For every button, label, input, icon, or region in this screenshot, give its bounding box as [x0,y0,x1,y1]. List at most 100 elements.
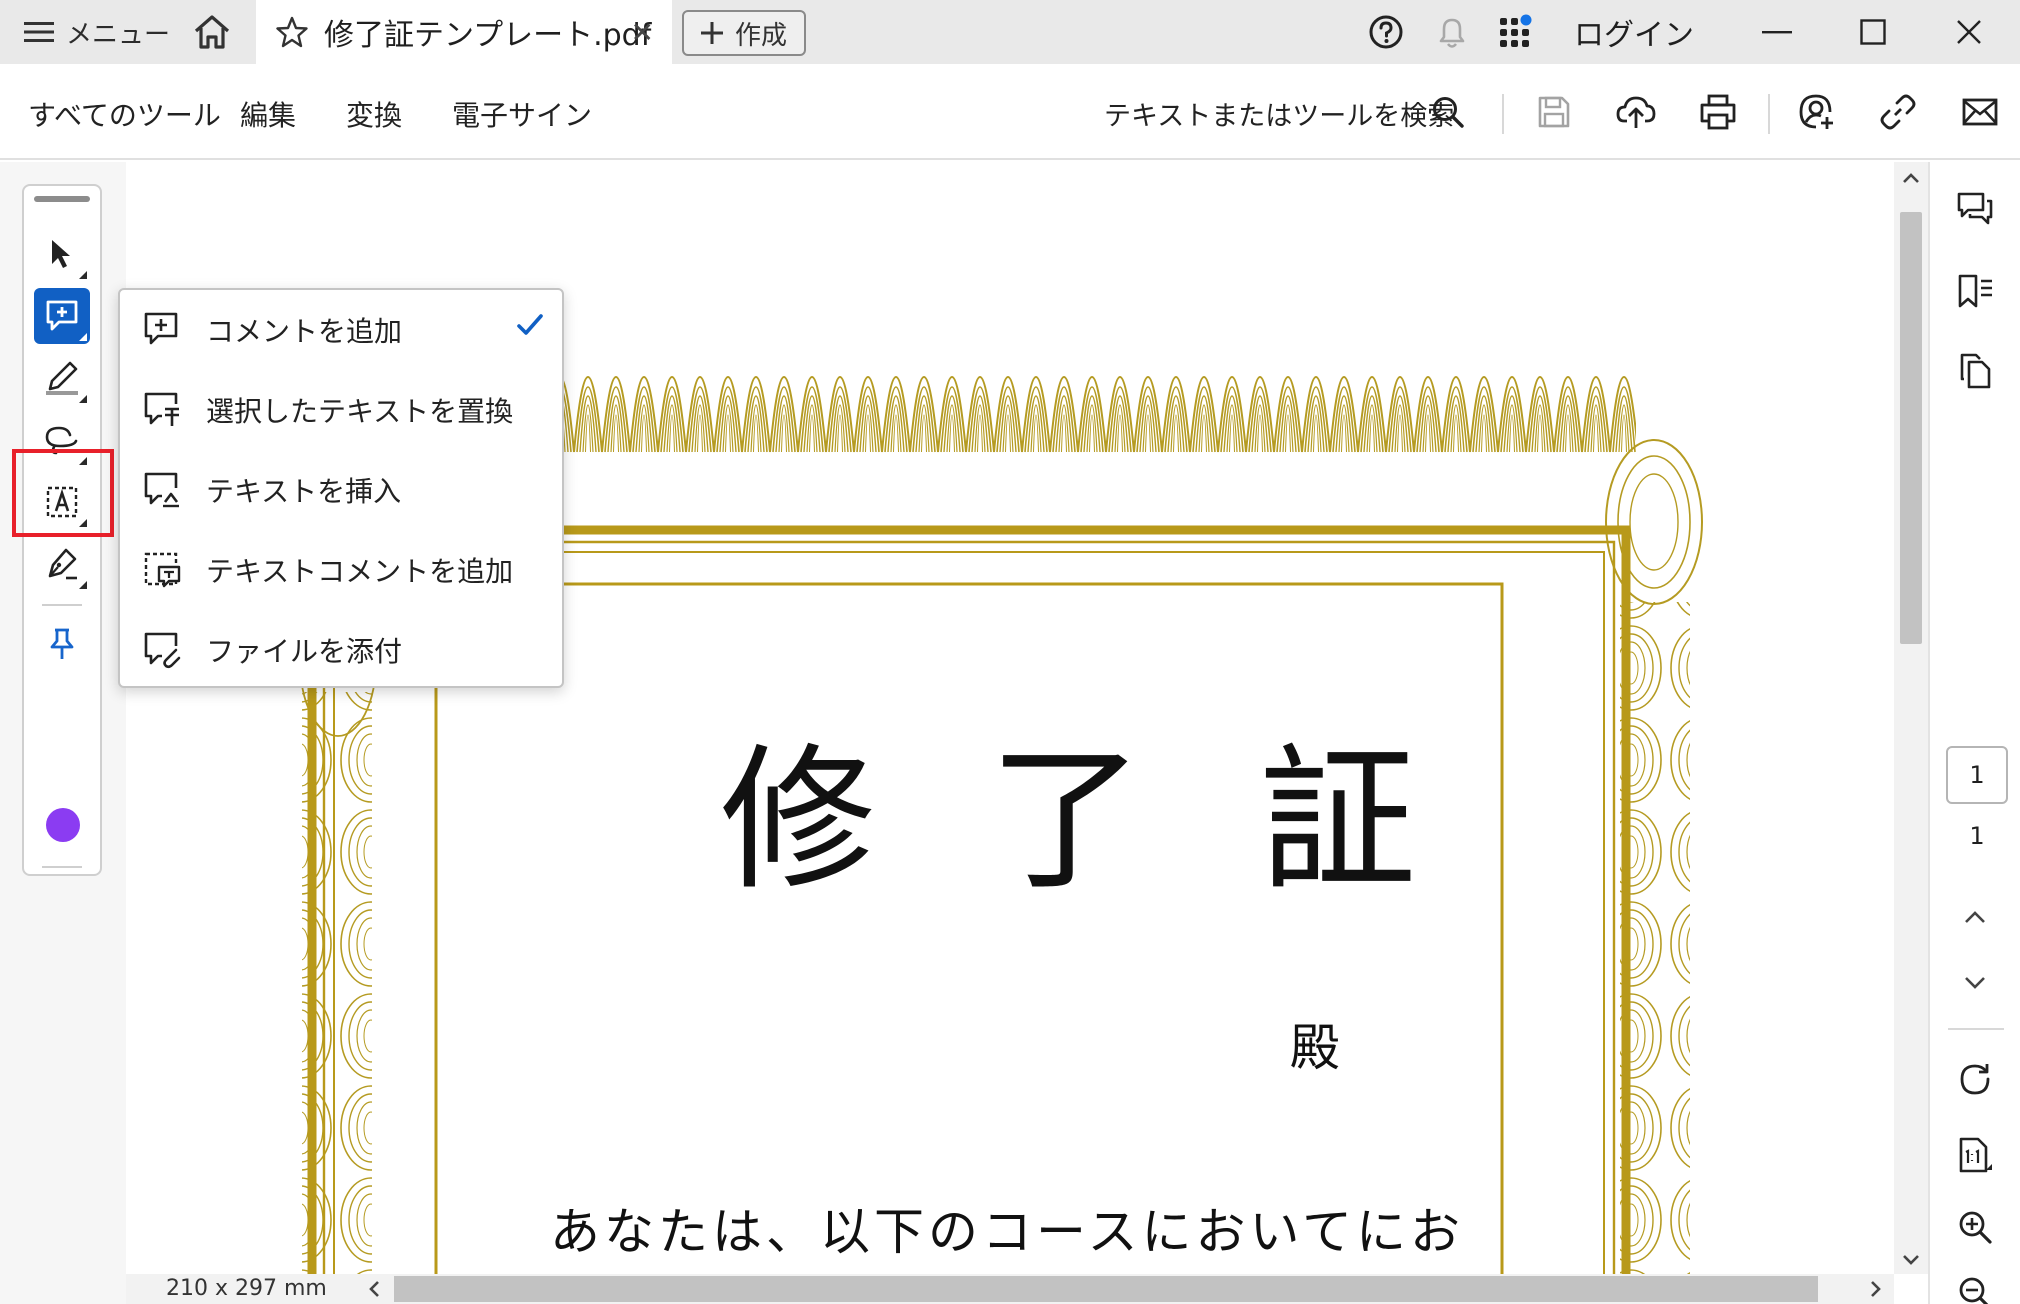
help-icon[interactable] [1366,12,1406,52]
toolbar-divider [1502,94,1504,134]
checkmark-icon [517,314,543,335]
hamburger-icon [24,22,54,42]
tab-convert[interactable]: 変換 [346,94,402,134]
share-user-icon[interactable] [1794,90,1838,134]
apps-grid-icon[interactable] [1496,12,1536,52]
scroll-down-arrow-icon[interactable] [1902,1254,1920,1266]
zoom-out-button[interactable] [1950,1268,2000,1304]
comments-panel-button[interactable] [1950,184,2000,234]
total-pages-label: 1 [1969,822,1985,850]
menu-button[interactable]: メニュー [24,12,170,52]
rotate-icon [1960,1064,1990,1095]
tab-e-sign[interactable]: 電子サイン [452,94,592,134]
menu-item-label: ファイルを添付 [206,635,403,668]
certificate-honorific: 殿 [1290,1019,1340,1077]
comment-add-icon [46,300,78,331]
tab-edit[interactable]: 編集 [240,94,296,134]
main-toolbar: すべてのツール 編集 変換 電子サイン テキストまたはツールを検索 [0,64,2020,160]
pin-tool[interactable] [34,616,90,672]
previous-page-button[interactable] [1950,892,2000,942]
star-icon[interactable] [276,16,308,48]
menu-item-replace-text[interactable]: 選択したテキストを置換 [120,370,562,450]
menu-item-label: テキストコメントを追加 [206,555,514,588]
bookmarks-panel-button[interactable] [1950,266,2000,316]
right-rail: 1 1 [1928,162,2020,1304]
menu-item-label: テキストを挿入 [206,475,402,508]
search-icon[interactable] [1426,90,1470,134]
certificate-title-char: 証 [1260,729,1416,911]
pen-nib-icon [48,548,77,580]
vertical-scroll-thumb[interactable] [1900,212,1922,644]
email-icon[interactable] [1958,90,2002,134]
color-picker[interactable] [46,808,80,842]
horizontal-scroll-thumb[interactable] [394,1276,1818,1302]
menu-item-add-comment[interactable]: コメントを追加 [120,290,562,370]
window-close-icon[interactable] [1944,10,1994,54]
highlight-tool[interactable] [34,350,90,406]
document-tab[interactable]: 修了証テンプレート.pdf ✕ [256,0,672,64]
scroll-up-arrow-icon[interactable] [1902,172,1920,184]
next-page-button[interactable] [1950,958,2000,1008]
actual-size-icon [1959,1137,1992,1173]
document-tab-title: 修了証テンプレート.pdf [324,18,652,53]
highlighter-pen-icon [46,361,78,395]
text-comment-icon [144,552,181,588]
toolbar-divider [1768,94,1770,134]
menu-item-attach-file[interactable]: ファイルを添付 [120,610,562,690]
comment-tool-menu: コメントを追加 選択したテキストを置換 テキストを挿入 テキストコメントを追加 … [118,288,564,688]
menu-label: メニュー [66,19,171,50]
chevron-down-icon [1965,977,1985,989]
comments-icon [1957,192,1993,225]
attach-file-icon [144,632,181,669]
menu-item-insert-text[interactable]: テキストを挿入 [120,450,562,530]
certificate-body-text: あなたは、以下のコースにおいてにお [550,1203,1464,1261]
home-icon [194,15,230,49]
tab-all-tools[interactable]: すべてのツール [28,94,221,134]
scroll-right-arrow-icon[interactable] [1870,1280,1882,1298]
menu-item-text-comment[interactable]: テキストコメントを追加 [120,530,562,610]
tool-search-label[interactable]: テキストまたはツールを検索 [1104,94,1454,133]
zoom-out-icon [1959,1277,1989,1304]
strip-divider [42,604,82,606]
maximize-icon[interactable] [1848,10,1898,54]
pages-panel-button[interactable] [1950,346,2000,396]
horizontal-scrollbar[interactable]: 210 x 297 mm [126,1274,1894,1304]
annotation-highlight-box [12,449,114,537]
bookmark-list-icon [1958,274,1992,308]
insert-text-icon [144,472,179,508]
actual-size-button[interactable] [1950,1130,2000,1180]
minimize-icon[interactable] [1752,10,1802,54]
chevron-up-icon [1965,911,1985,923]
zoom-in-icon [1959,1211,1992,1244]
print-icon[interactable] [1696,90,1740,134]
vertical-scrollbar[interactable] [1894,162,1928,1274]
add-comment-icon [144,312,178,345]
zoom-in-button[interactable] [1950,1202,2000,1252]
create-label: 作成 [734,20,787,51]
rail-divider [1948,1028,2004,1030]
notification-bell-icon[interactable] [1432,12,1472,52]
home-button[interactable] [190,10,234,54]
select-tool[interactable] [34,226,90,282]
replace-text-icon [144,392,179,426]
cursor-arrow-icon [52,240,70,268]
current-page-input[interactable]: 1 [1946,746,2008,804]
add-comment-tool[interactable] [34,288,90,344]
drag-handle[interactable] [34,196,90,202]
sign-tool[interactable] [34,536,90,592]
save-icon[interactable] [1532,90,1576,134]
login-button[interactable]: ログイン [1574,12,1694,53]
rotate-button[interactable] [1950,1054,2000,1104]
link-icon[interactable] [1876,90,1920,134]
menu-item-label: コメントを追加 [206,315,403,348]
scroll-left-arrow-icon[interactable] [368,1280,380,1298]
create-button[interactable]: 作成 [682,10,806,56]
strip-divider [42,866,82,868]
page-size-label: 210 x 297 mm [166,1276,327,1301]
certificate-title-char: 了 [988,729,1144,911]
plus-icon [700,22,723,44]
upload-cloud-icon[interactable] [1614,90,1658,134]
close-tab-icon[interactable]: ✕ [631,16,654,49]
title-bar: メニュー 修了証テンプレート.pdf ✕ 作成 ログイン [0,0,2020,64]
menu-item-label: 選択したテキストを置換 [206,395,514,428]
